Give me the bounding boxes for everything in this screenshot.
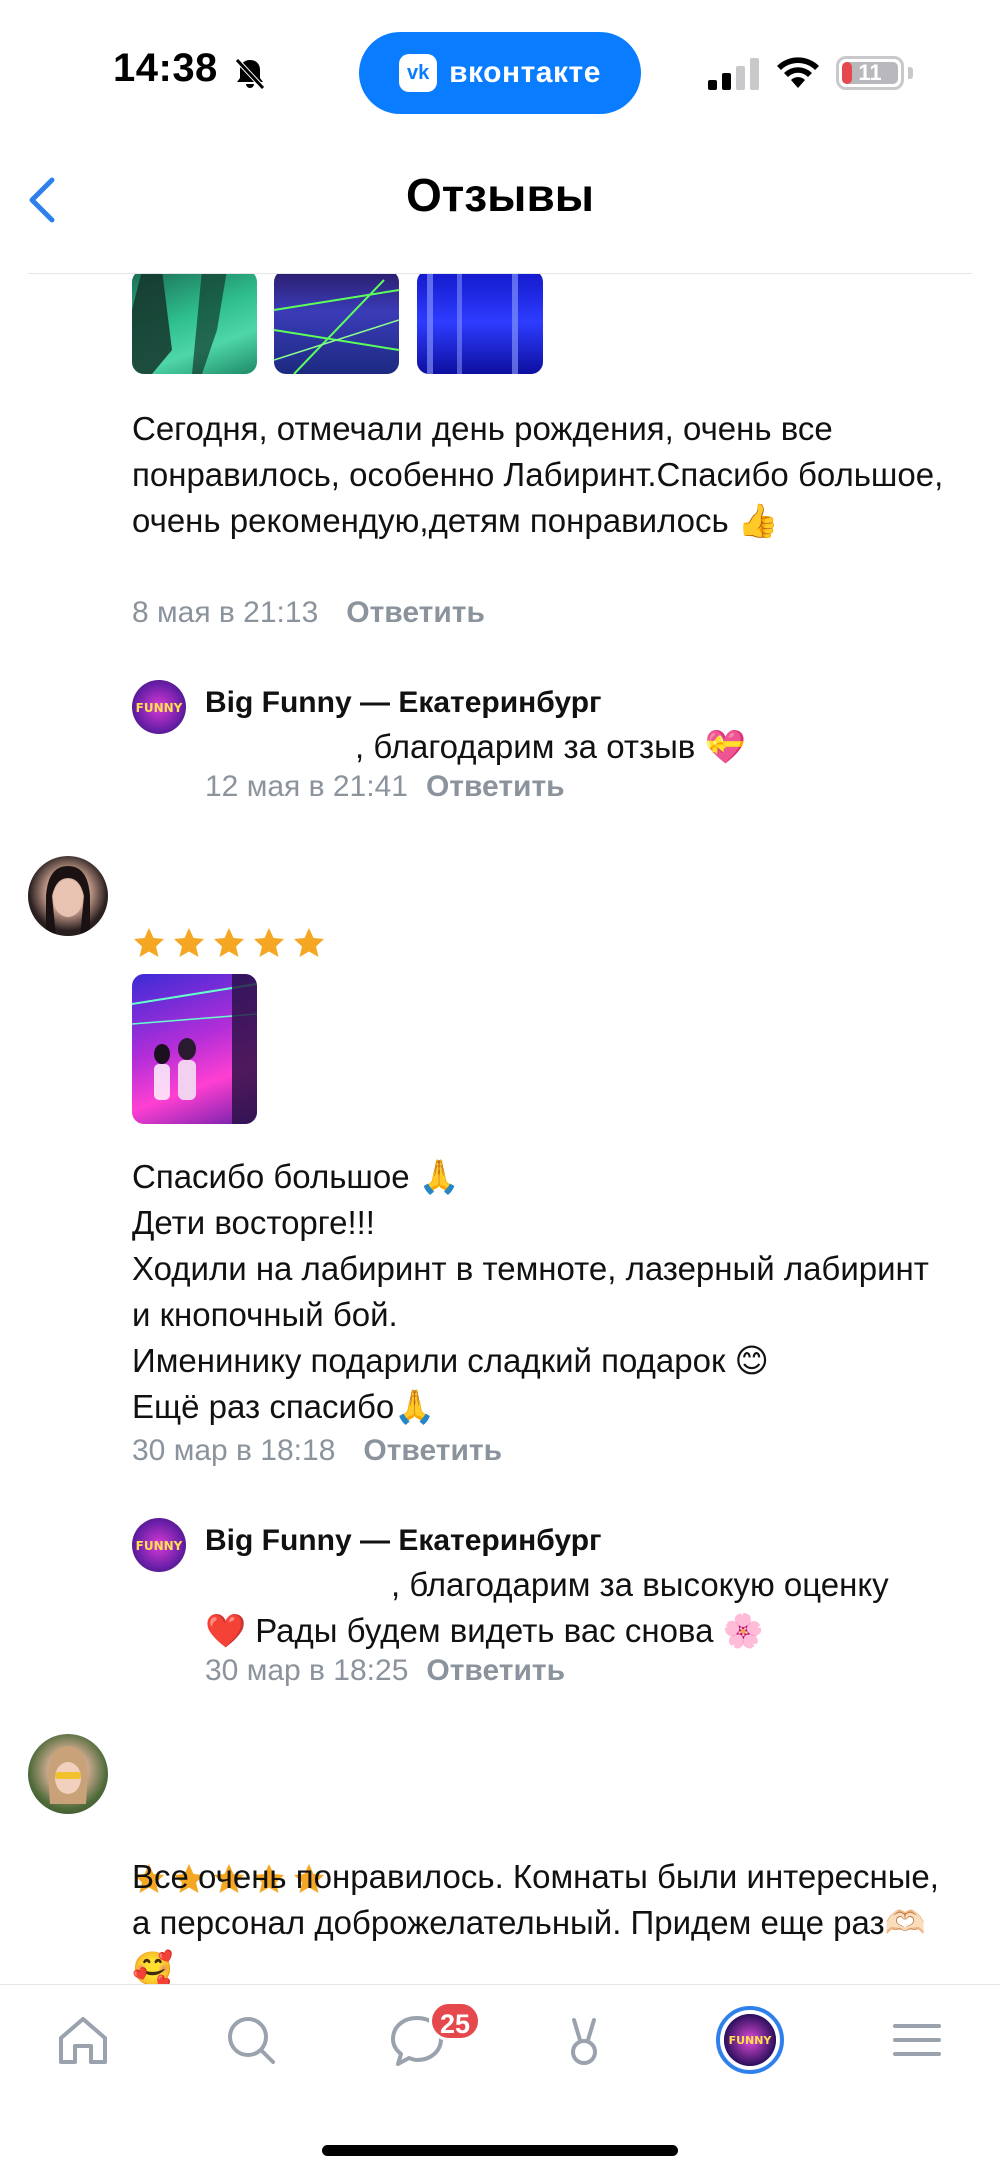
review-date: 30 мар в 18:18 [132,1434,336,1467]
page-title: Отзывы [405,169,595,221]
star-icon [294,928,324,957]
clips-icon [571,2018,597,2065]
reply-button[interactable]: Ответить [346,596,485,629]
battery-percent: 11 [858,60,882,85]
star-icon [254,928,284,957]
review-photo-image [132,274,227,374]
search-icon [228,2017,275,2064]
status-bar: 14:38 vk вконтакте 11 [0,0,1000,130]
battery-icon: 11 [836,56,904,90]
reviewer-avatar[interactable] [28,1734,108,1814]
menu-icon [893,2024,941,2056]
vk-pill-label: вконтакте [449,56,601,89]
review-meta: 8 мая в 21:13 Ответить [132,596,485,630]
review-text: Спасибо большое 🙏 Дети восторге!!! Ходил… [132,1158,929,1425]
review-photo[interactable] [417,274,543,374]
rating-stars [132,926,326,960]
org-reply-author[interactable]: Big Funny — Екатеринбург [205,686,602,720]
status-time: 14:38 [113,46,218,90]
tab-profile[interactable]: FUNNY [715,2005,785,2075]
org-reply-author[interactable]: Big Funny — Екатеринбург [205,1524,602,1558]
bell-muted-icon [235,58,265,90]
reply-button[interactable]: Ответить [363,1434,502,1467]
tab-menu[interactable] [882,2005,952,2075]
review-photo[interactable] [274,274,399,374]
reply-button[interactable]: Ответить [426,770,565,803]
star-icon [174,928,204,957]
profile-avatar: FUNNY [716,2006,784,2074]
reviews-list[interactable]: Сегодня, отмечали день рождения, очень в… [0,274,1000,1984]
org-avatar[interactable]: FUNNY [132,680,186,734]
reviewer-photo [46,866,90,936]
review-text: Все очень понравилось. Комнаты были инте… [132,1858,939,1984]
star-icon [214,928,244,957]
navigation-header: Отзывы [0,130,1000,274]
tab-search[interactable] [216,2005,286,2075]
big-funny-logo-icon: FUNNY [136,1539,183,1553]
review-photo-image [427,274,518,374]
battery-cap [908,67,913,79]
org-avatar[interactable]: FUNNY [132,1518,186,1572]
messages-badge: 25 [429,2001,482,2041]
review-photo-image [274,279,399,374]
reviewer-avatar[interactable] [28,856,108,936]
vk-app-pill[interactable]: vk вконтакте [359,32,641,114]
org-reply-date: 30 мар в 18:25 [205,1654,409,1687]
big-funny-logo-icon: FUNNY [136,701,183,715]
review-photo[interactable] [132,974,257,1124]
org-reply-text: , благодарим за высокую оценку ❤️ Рады б… [205,1566,889,1649]
tab-clips[interactable] [549,2005,619,2075]
review-date: 8 мая в 21:13 [132,596,319,629]
star-icon [134,928,164,957]
home-indicator[interactable] [322,2145,678,2156]
review-text: Сегодня, отмечали день рождения, очень в… [132,410,944,539]
wifi-icon [777,57,819,88]
org-reply-meta: 12 мая в 21:41 Ответить [205,770,565,804]
org-reply-text: , благодарим за отзыв 💝 [355,728,746,765]
svg-text:FUNNY: FUNNY [729,2034,773,2047]
tab-home[interactable] [48,2005,118,2075]
vk-logo-icon: vk [399,54,438,92]
reply-button[interactable]: Ответить [426,1654,565,1687]
reviewer-photo [48,1746,88,1804]
svg-text:FUNNY: FUNNY [136,701,183,715]
org-reply-meta: 30 мар в 18:25 Ответить [205,1654,565,1688]
review-photo-image [132,974,257,1124]
review-meta: 30 мар в 18:18 Ответить [132,1434,502,1468]
svg-text:FUNNY: FUNNY [136,1539,183,1553]
org-reply-date: 12 мая в 21:41 [205,770,408,803]
home-icon [59,2017,107,2064]
review-photo[interactable] [132,274,257,374]
cellular-signal-icon [708,58,759,90]
